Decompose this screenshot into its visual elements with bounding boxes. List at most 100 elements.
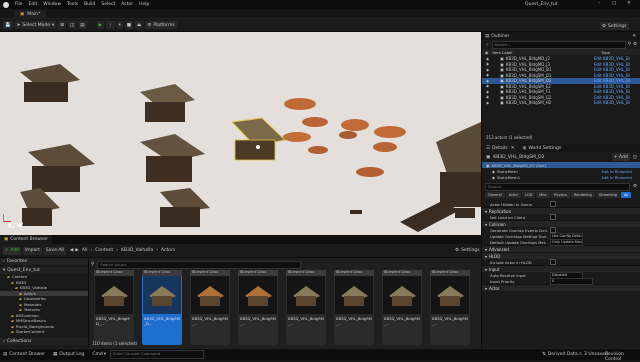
collections-header[interactable]: › Collections	[0, 338, 88, 345]
add-button[interactable]: + Add	[3, 246, 21, 255]
property-section-header[interactable]: ▾ Actor	[482, 284, 640, 291]
outliner-row-type[interactable]: Edit KB3D_VHL_Bl	[594, 89, 636, 94]
menu-tools[interactable]: Tools	[67, 2, 78, 7]
actor-name-field[interactable]: KB3D_VHL_BldgSM_D2	[493, 155, 544, 160]
asset-tile[interactable]: Blueprint Class KB3D_VHL_BldgSM_...	[238, 270, 278, 345]
visibility-eye-icon[interactable]: ◉	[486, 84, 489, 88]
cb-settings-button[interactable]: ⚙ Settings	[455, 248, 480, 253]
content-drawer-button[interactable]: ▤ Content Drawer	[3, 352, 45, 357]
visibility-eye-icon[interactable]: ◉	[486, 95, 489, 99]
property-input[interactable]: 0	[550, 277, 593, 285]
visibility-eye-icon[interactable]: ◉	[486, 79, 489, 83]
asset-tile[interactable]: Blueprint Class KB3D_VHL_BldgSM_...	[334, 270, 374, 345]
outliner-row-type[interactable]: Edit KB3D_VHL_Bl	[594, 78, 636, 83]
project-header[interactable]: ▾ Quest_Env_tut	[0, 267, 88, 274]
unreal-logo-icon[interactable]	[3, 1, 9, 8]
eject-icon[interactable]: ⏏	[135, 21, 144, 29]
settings-button[interactable]: ⚙ Settings	[600, 22, 629, 30]
menu-help[interactable]: Help	[139, 2, 149, 7]
property-checkbox[interactable]	[550, 214, 556, 220]
filter-tab[interactable]: Misc	[536, 192, 551, 198]
menu-select[interactable]: Select	[101, 2, 115, 7]
close-icon[interactable]: ✕	[511, 146, 515, 151]
col-type[interactable]: Type	[601, 50, 610, 55]
menu-build[interactable]: Build	[84, 2, 95, 7]
stop-icon[interactable]: ■	[124, 21, 134, 29]
favorites-header[interactable]: › Favorites	[0, 258, 88, 265]
close-icon[interactable]: ✕	[632, 34, 636, 39]
breadcrumb-all[interactable]: All	[82, 248, 88, 253]
unsaved-button[interactable]: ⚠ 3 Unsaved	[578, 352, 608, 357]
output-log-button[interactable]: ▦ Output Log	[53, 352, 84, 357]
property-dropdown[interactable]: Only Update Movable	[550, 238, 583, 246]
property-checkbox[interactable]	[550, 201, 556, 207]
menu-file[interactable]: File	[15, 2, 23, 7]
filter-tab[interactable]: Physics	[551, 192, 570, 198]
outliner-row-type[interactable]: Edit KB3D_VHL_Bl	[594, 67, 636, 72]
outliner-row[interactable]: ◉ ▣ KB3D_VHL_BldgMD_J3 Edit KB3D_VHL_Bl	[482, 62, 640, 68]
console-input[interactable]: Enter Console Command	[110, 350, 204, 359]
folder-tree-item[interactable]: ▰ StarterContent	[0, 329, 88, 335]
outliner-row[interactable]: ◉ ▣ KB3D_VHL_BldgSM_H2 Edit KB3D_VHL_Bl	[482, 100, 640, 106]
filter-tab[interactable]: Rendering	[571, 192, 595, 198]
gear-icon[interactable]: ⚙	[633, 42, 637, 47]
tab-world-settings[interactable]: ◍ World Settings	[518, 144, 565, 152]
component-edit-link[interactable]: Edit in Blueprint	[601, 175, 632, 180]
outliner-row-type[interactable]: Edit KB3D_VHL_Bl	[594, 73, 636, 78]
platforms-dropdown[interactable]: ⚙ Platforms	[145, 21, 177, 29]
asset-tile[interactable]: Blueprint Class KB3D_VHL_BldgMD_...	[94, 270, 134, 345]
asset-tile[interactable]: Blueprint Class KB3D_VHL_BldgSM_...	[430, 270, 470, 345]
property-checkbox[interactable]	[550, 259, 556, 265]
filter-tab[interactable]: General	[485, 192, 505, 198]
menu-window[interactable]: Window	[43, 2, 61, 7]
property-section-header[interactable]: ▾ HLOD	[482, 252, 640, 259]
tab-content-browser[interactable]: ▣ Content Browser	[0, 235, 52, 244]
gear-icon[interactable]: ⚙	[633, 184, 637, 189]
pause-icon[interactable]: ⏸	[116, 21, 123, 29]
filter-tab[interactable]: Actor	[505, 192, 522, 198]
outliner-row-type[interactable]: Edit KB3D_VHL_Bl	[594, 62, 636, 67]
filter-tab[interactable]: Streaming	[595, 192, 620, 198]
back-arrow-icon[interactable]: ◀	[70, 248, 73, 253]
asset-tile[interactable]: Blueprint Class KB3D_VHL_BldgSM_...	[190, 270, 230, 345]
breadcrumb-kb3d-valhalla[interactable]: KB3D_Valhalla	[121, 248, 153, 253]
property-section-header[interactable]: ▾ Collision	[482, 220, 640, 227]
revision-control-button[interactable]: Revision Control	[605, 352, 640, 362]
breadcrumb-actors[interactable]: Actors	[161, 248, 175, 253]
outliner-row[interactable]: ◉ ▣ KB3D_VHL_BldgSM_G2 Edit KB3D_VHL_Bl	[482, 95, 640, 101]
property-section-header[interactable]: ▾ Replication	[482, 207, 640, 214]
asset-tile[interactable]: Blueprint Class KB3D_VHL_BldgSM_D...	[142, 270, 182, 345]
menu-edit[interactable]: Edit	[29, 2, 38, 7]
asset-search-input[interactable]: Search Actors	[97, 260, 301, 269]
visibility-eye-icon[interactable]: ◉	[486, 90, 489, 94]
asset-tile[interactable]: Blueprint Class KB3D_VHL_BldgSM_...	[286, 270, 326, 345]
col-item-label[interactable]: Item Label	[492, 50, 512, 55]
outliner-row[interactable]: ◉ ▣ KB3D_VHL_BldgSM_E2 Edit KB3D_VHL_Bl	[482, 84, 640, 90]
blueprint-icon[interactable]: ◫	[68, 21, 77, 29]
outliner-row[interactable]: ◉ ▣ KB3D_VHL_BldgSM_D1 Edit KB3D_VHL_Bl	[482, 73, 640, 79]
visibility-eye-icon[interactable]: ◉	[486, 68, 489, 72]
level-tab[interactable]: ▣ Main*	[14, 10, 47, 18]
outliner-row[interactable]: ◉ ▣ KB3D_VHL_BldgSM_D2 Edit KB3D_VHL_Bl	[482, 78, 640, 84]
save-all-button[interactable]: Save All	[43, 246, 66, 255]
level-viewport[interactable]: ≡ Perspective Lit Show ✥ ↻ ⤢ ◎ 10 10° 0.…	[0, 32, 481, 235]
maximize-button[interactable]: □	[612, 1, 616, 6]
visibility-eye-icon[interactable]: ◉	[486, 101, 489, 105]
add-component-button[interactable]: + Add	[611, 153, 630, 161]
tab-details[interactable]: ☰ Details ✕	[482, 144, 519, 152]
derived-data-button[interactable]: ⇅ Derived Data	[542, 352, 578, 357]
save-icon[interactable]: 💾	[3, 21, 13, 29]
component-edit-link[interactable]: Edit in Blueprint	[601, 169, 632, 174]
filter-icon[interactable]: ⚲	[91, 262, 94, 267]
visibility-eye-icon[interactable]: ◉	[486, 57, 489, 61]
outliner-row-type[interactable]: Edit KB3D_VHL_Bl	[594, 100, 636, 105]
filter-tab[interactable]: All	[620, 192, 632, 198]
outliner-row[interactable]: ◉ ▣ KB3D_VHL_BldgMD_J2 Edit KB3D_VHL_Bl	[482, 56, 640, 62]
outliner-row-type[interactable]: Edit KB3D_VHL_Bl	[594, 84, 636, 89]
property-section-header[interactable]: ▾ Advanced	[482, 245, 640, 252]
outliner-search-input[interactable]: Search...	[491, 40, 626, 49]
sequencer-icon[interactable]: ▤	[78, 21, 87, 29]
component-row[interactable]: ◆ StaticMesh1 Edit in Blueprint	[482, 174, 640, 180]
filter-icon[interactable]: ⚲	[628, 42, 631, 47]
outliner-row[interactable]: ◉ ▣ KB3D_VHL_BldgMD_B1 Edit KB3D_VHL_Bl	[482, 67, 640, 73]
